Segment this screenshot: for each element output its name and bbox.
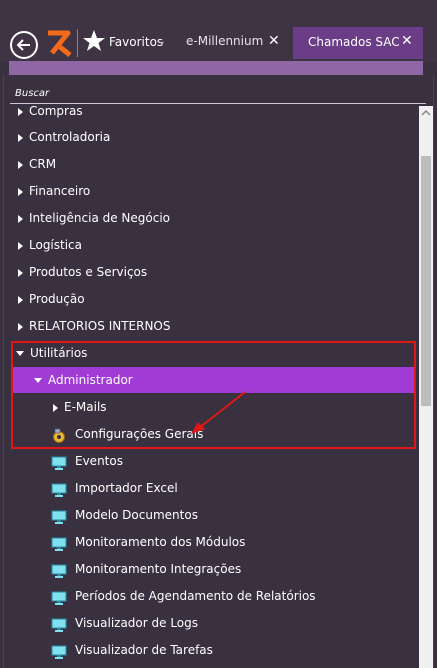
tree-item-crm[interactable]: CRM [18,151,56,177]
tree-item-visualizador-logs[interactable]: Visualizador de Logs [51,610,198,636]
scrollbar-thumb[interactable] [421,156,431,406]
caret-right-icon [18,268,23,277]
chevron-down-icon[interactable]: ▾ [160,39,164,48]
back-button[interactable] [10,31,38,59]
tree-item-monitoramento-integracoes[interactable]: Monitoramento Integrações [51,556,241,582]
toolbar-separator [77,29,78,57]
search-label[interactable]: Buscar [15,88,49,99]
scroll-up-icon[interactable] [419,106,433,120]
tree-item-producao[interactable]: Produção [18,286,85,312]
caret-right-icon [18,322,23,331]
monitor-icon [51,616,67,632]
tab-e-millennium[interactable]: e-Millennium [186,34,263,48]
caret-right-icon [18,295,23,304]
tree-item-controladoria[interactable]: Controladoria [18,124,110,150]
app-logo-icon[interactable] [46,29,72,57]
arrow-left-icon [16,39,30,51]
close-tab-icon[interactable]: ✕ [401,33,413,49]
monitor-icon [51,589,67,605]
tree-item-logistica[interactable]: Logística [18,232,82,258]
monitor-icon [51,481,67,497]
tree-item-modelo-documentos[interactable]: Modelo Documentos [51,502,198,528]
caret-right-icon [18,214,23,223]
tree-item-importador-excel[interactable]: Importador Excel [51,475,178,501]
caret-right-icon [18,187,23,196]
tree-item-relatorios[interactable]: RELATORIOS INTERNOS [18,313,171,339]
tree-item-monitoramento-modulos[interactable]: Monitoramento dos Módulos [51,529,245,555]
monitor-icon [51,508,67,524]
close-tab-icon[interactable]: ✕ [268,33,280,49]
tree-item-eventos[interactable]: Eventos [51,448,123,474]
search-underline [10,103,426,104]
tree-item-periodos-agendamento[interactable]: Períodos de Agendamento de Relatórios [51,583,316,609]
tree-item-visualizador-tarefas[interactable]: Visualizador de Tarefas [51,637,213,663]
tab-label: Chamados SAC [308,35,400,49]
caret-right-icon [18,160,23,169]
caret-right-icon [18,107,23,116]
monitor-icon [51,562,67,578]
tree-item-inteligencia[interactable]: Inteligência de Negócio [18,205,170,231]
favorites-button[interactable]: Favoritos [109,35,163,49]
star-icon[interactable] [82,28,106,54]
monitor-icon [51,535,67,551]
tab-chamados-sac[interactable]: Chamados SAC ✕ [293,27,423,59]
caret-right-icon [18,241,23,250]
tree-item-financeiro[interactable]: Financeiro [18,178,90,204]
annotation-arrow-icon [191,391,246,434]
monitor-icon [51,643,67,659]
monitor-icon [51,454,67,470]
caret-right-icon [18,133,23,142]
tree-item-produtos[interactable]: Produtos e Serviços [18,259,147,285]
tree-item-compras[interactable]: Compras [18,106,83,124]
menu-header-strip [9,61,423,75]
